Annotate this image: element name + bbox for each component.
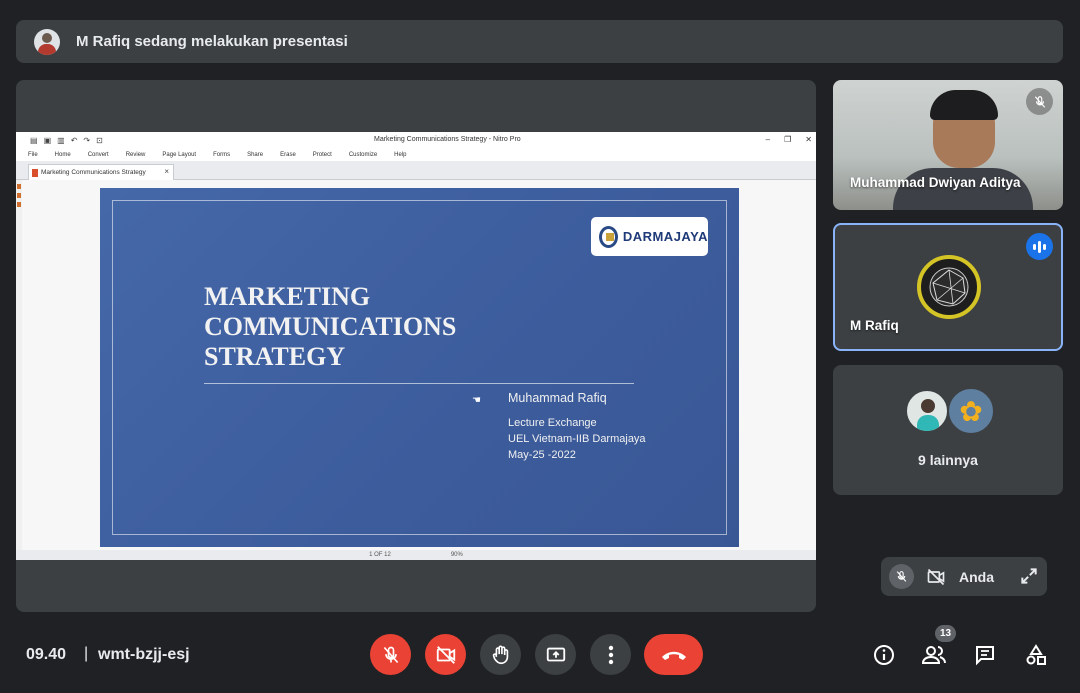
people-count-badge: 13 [935,625,956,642]
menu-convert: Convert [87,151,109,158]
menu-file: File [28,151,38,158]
page-indicator: 1 OF 12 [369,552,391,558]
participant-name: M Rafiq [850,318,899,333]
activities-icon [1026,644,1046,665]
pdf-icon [32,169,38,177]
participant-tile-dwiyan[interactable]: Muhammad Dwiyan Aditya [833,80,1063,210]
meeting-details-button[interactable] [871,642,897,668]
menu-review: Review [125,151,146,158]
chat-icon [976,646,994,666]
call-end-icon [661,651,686,660]
presenting-text: M Rafiq sedang melakukan presentasi [76,33,348,50]
people-icon [921,646,946,664]
slide: DARMAJAYA MARKETING COMMUNICATIONS STRAT… [100,188,739,547]
mic-off-icon [383,646,398,663]
undo-icon: ↶ [70,135,78,145]
logo-text: DARMAJAYA [622,229,708,244]
darmajaya-logo: DARMAJAYA [591,217,708,256]
menu-customize: Customize [348,151,378,158]
document-tab-row: Marketing Communications Strategy × [16,161,816,180]
camera-off-icon [436,645,455,664]
save-icon: ▣ [43,135,52,145]
camera-off-icon [925,566,947,588]
select-icon: ⊡ [96,135,103,145]
participant-avatar [905,389,949,433]
ribbon-menu: File Home Convert Review Page Layout For… [16,148,816,161]
sunflower-avatar-icon: ✿ [947,387,995,435]
menu-forms: Forms [213,151,231,158]
redo-icon: ↷ [83,135,91,145]
expand-icon[interactable] [1019,566,1039,586]
self-label: Anda [959,568,994,585]
participant-tile-rafiq[interactable]: M Rafiq [833,223,1063,351]
mic-toggle-button[interactable] [370,634,411,675]
zoom-level: 90% [450,552,463,558]
close-window-icon: ✕ [805,135,812,144]
slide-presenter: Muhammad Rafiq [508,391,607,405]
open-icon: ▤ [30,135,38,145]
participant-hair [930,90,998,120]
minimize-icon: – [765,135,771,144]
leave-call-button[interactable] [644,634,703,675]
camera-toggle-button[interactable] [425,634,466,675]
presenter-avatar [34,28,60,55]
more-options-icon [608,645,613,664]
mic-off-icon [889,564,914,589]
present-screen-button[interactable] [535,634,576,675]
present-screen-icon [546,647,565,661]
separator: | [84,645,89,662]
close-tab-icon: × [164,167,169,176]
slide-details: Lecture Exchange UEL Vietnam-IIB Darmaja… [508,415,646,463]
menu-page-layout: Page Layout [162,151,197,158]
menu-protect: Protect [312,151,332,158]
participant-avatar [917,255,981,319]
slide-line-date: May-25 -2022 [508,449,576,461]
people-button[interactable] [921,642,947,668]
window-title: Marketing Communications Strategy - Nitr… [374,136,521,143]
raise-hand-icon [492,645,508,664]
bottom-bar: 09.40 | wmt-bzjj-esj 13 [0,625,1080,680]
menu-home: Home [54,151,71,158]
slide-line-institution: UEL Vietnam-IIB Darmajaya [508,433,646,445]
raise-hand-button[interactable] [480,634,521,675]
mic-off-icon [1026,88,1053,115]
activities-button[interactable] [1023,642,1049,668]
meeting-code: wmt-bzjj-esj [98,646,190,663]
darmajaya-seal-icon [599,225,618,248]
slide-divider [204,383,634,384]
window-controls: – ❐ ✕ [766,135,812,144]
window-titlebar: ▤ ▣ ▥ ↶ ↷ ⊡ Marketing Communications Str… [16,132,816,148]
document-tab-label: Marketing Communications Strategy [41,169,146,176]
others-count: 9 lainnya [918,452,978,468]
document-tab: Marketing Communications Strategy × [28,164,174,180]
hand-cursor-icon: ☚ [472,395,481,406]
speaking-icon [1026,233,1053,260]
print-icon: ▥ [57,135,65,145]
restore-icon: ❐ [784,135,792,144]
presentation-stage[interactable]: ▤ ▣ ▥ ↶ ↷ ⊡ Marketing Communications Str… [16,80,816,612]
menu-erase: Erase [280,151,296,158]
self-view-tile[interactable]: Anda [881,557,1047,596]
more-options-button[interactable] [590,634,631,675]
quick-access-toolbar: ▤ ▣ ▥ ↶ ↷ ⊡ [16,136,103,145]
chat-button[interactable] [972,642,998,668]
others-tile[interactable]: ✿ 9 lainnya [833,365,1063,495]
slide-title: MARKETING COMMUNICATIONS STRATEGY [204,282,457,371]
clock: 09.40 [26,646,67,663]
presenting-banner: M Rafiq sedang melakukan presentasi [16,20,1063,63]
menu-share: Share [247,151,264,158]
slide-line-event: Lecture Exchange [508,417,597,429]
menu-help: Help [394,151,407,158]
info-icon [874,645,894,665]
participant-name: Muhammad Dwiyan Aditya [850,175,1021,190]
status-bar: 1 OF 12 90% [16,550,816,560]
